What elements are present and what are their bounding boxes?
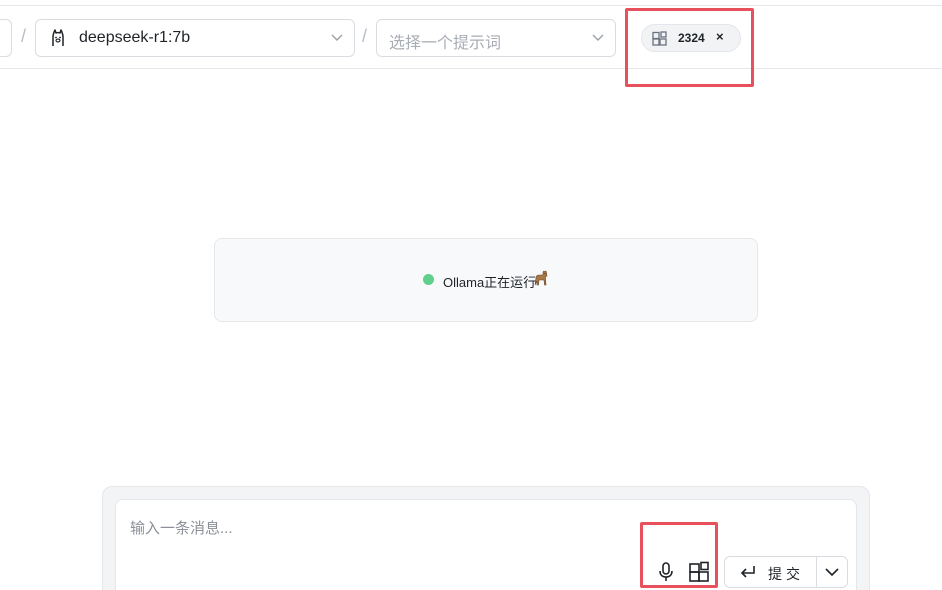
breadcrumb-separator: / — [362, 26, 368, 46]
submit-button-label: 提交 — [768, 566, 804, 582]
model-select[interactable]: deepseek-r1:7b — [35, 19, 355, 57]
llama-icon — [52, 29, 64, 46]
chevron-down-icon — [331, 34, 343, 41]
top-toolbar: / deepseek-r1:7b / 选择一个提示词 2324 × — [0, 5, 942, 69]
status-indicator-dot — [423, 274, 434, 285]
breadcrumb-separator: / — [21, 26, 27, 46]
message-input[interactable] — [130, 513, 610, 543]
chevron-down-icon — [592, 34, 604, 41]
submit-button[interactable]: 提交 — [725, 557, 817, 587]
status-text: Ollama正在运行 — [443, 275, 537, 290]
model-select-value: deepseek-r1:7b — [79, 29, 191, 46]
prompt-select-placeholder: 选择一个提示词 — [389, 35, 502, 52]
highlight-box-composer-actions — [640, 522, 718, 588]
llama-emoji-icon — [534, 270, 548, 286]
enter-icon — [740, 566, 755, 578]
previous-select-cutoff[interactable] — [0, 19, 12, 57]
prompt-select[interactable]: 选择一个提示词 — [376, 19, 616, 57]
chevron-down-icon — [825, 568, 839, 577]
submit-button-group: 提交 — [724, 556, 848, 588]
app-page: / deepseek-r1:7b / 选择一个提示词 2324 × Ollama… — [0, 0, 942, 590]
highlight-box-chip — [625, 8, 754, 87]
status-card: Ollama正在运行 — [214, 238, 758, 322]
submit-options-button[interactable] — [817, 557, 847, 587]
